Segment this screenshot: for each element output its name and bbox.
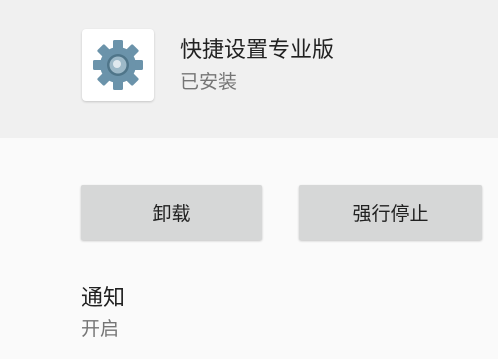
notifications-setting-row[interactable] [0, 272, 498, 359]
force-stop-button[interactable]: 强行停止 [299, 185, 482, 240]
notifications-value: 开启 [81, 318, 120, 340]
app-name: 快捷设置专业版 [180, 38, 335, 63]
app-icon [82, 29, 154, 101]
gear-icon [93, 40, 143, 90]
uninstall-button[interactable]: 卸载 [81, 185, 262, 240]
app-header: 快捷设置专业版 已安装 [0, 0, 498, 138]
notifications-title: 通知 [81, 286, 126, 311]
app-install-status: 已安装 [180, 71, 238, 93]
